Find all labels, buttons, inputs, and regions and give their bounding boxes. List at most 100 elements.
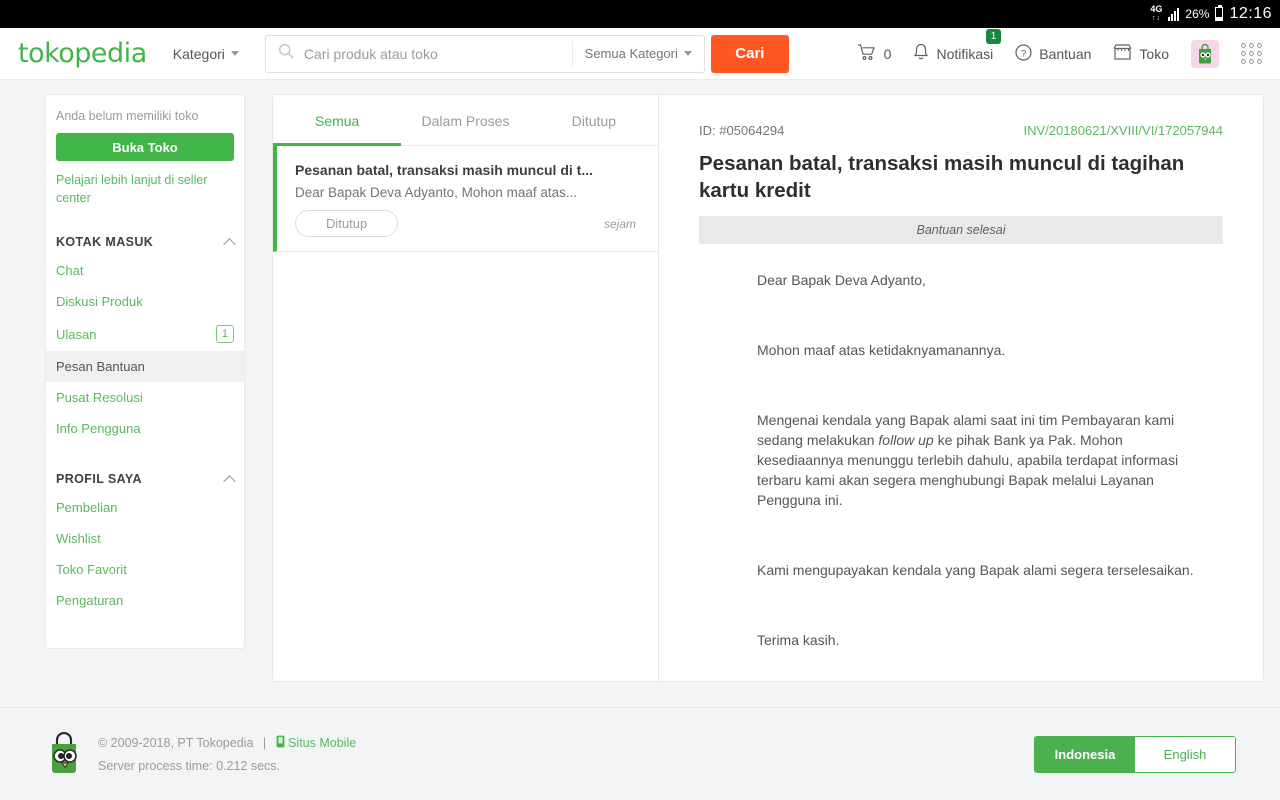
message-paragraph: Kami mengupayakan kendala yang Bapak ala… (757, 562, 1194, 578)
site-header: tokopedia Kategori Semua Kategori Cari 0 (0, 28, 1280, 80)
sidebar-item-label: Toko Favorit (56, 562, 127, 577)
lang-english-button[interactable]: English (1135, 736, 1235, 772)
battery-percent-label: 26% (1185, 7, 1210, 21)
bell-icon (913, 43, 929, 64)
sidebar-shop-block: Anda belum memiliki toko Buka Toko Pelaj… (46, 95, 244, 207)
sidebar-item-label: Pesan Bantuan (56, 359, 145, 374)
tab-ditutup[interactable]: Ditutup (530, 95, 658, 146)
network-type-icon: 4G ↑↓ (1150, 4, 1163, 23)
seller-center-link[interactable]: Pelajari lebih lanjut di seller center (56, 171, 234, 207)
search-input[interactable] (303, 45, 572, 62)
sidebar-section-title: KOTAK MASUK (56, 235, 154, 249)
user-avatar[interactable] (1191, 39, 1219, 68)
cart-icon (857, 43, 877, 64)
message-paragraph: Mengenai kendala yang Bapak alami saat i… (757, 412, 1179, 508)
toko-label: Toko (1139, 45, 1169, 62)
message-paragraph: Mohon maaf atas ketidaknyamanannya. (757, 342, 1006, 358)
tokopedia-owl-logo (44, 731, 84, 776)
sidebar-item-info-pengguna[interactable]: Info Pengguna (46, 413, 244, 444)
invoice-link[interactable]: INV/20180621/XVIII/VI/172057944 (1024, 123, 1224, 138)
detail-status-banner: Bantuan selesai (699, 216, 1223, 244)
question-mark-icon: ? (1015, 43, 1032, 64)
notifikasi-button[interactable]: Notifikasi 1 (913, 29, 1002, 64)
search-submit-button[interactable]: Cari (710, 34, 789, 73)
kategori-dropdown[interactable]: Kategori (173, 46, 265, 62)
sidebar-item-label: Chat (56, 263, 84, 278)
chevron-up-icon (223, 474, 236, 488)
signal-strength-icon (1168, 7, 1180, 21)
sidebar-item-toko-favorit[interactable]: Toko Favorit (46, 554, 244, 585)
header-nav: 0 Notifikasi 1 ? Bantuan Toko (857, 29, 1262, 68)
footer-separator: | (262, 736, 267, 750)
toko-button[interactable]: Toko (1113, 43, 1169, 64)
cart-count: 0 (883, 45, 892, 62)
sidebar-item-chat[interactable]: Chat (46, 255, 244, 286)
footer-copyright-line: © 2009-2018, PT Tokopedia | Situs Mobile (98, 735, 356, 750)
server-process-time: Server process time: 0.212 secs. (98, 759, 281, 773)
clock-label: 12:16 (1229, 5, 1272, 22)
bantuan-button[interactable]: ? Bantuan (1015, 43, 1092, 64)
inbox-tabs: Semua Dalam Proses Ditutup (273, 95, 658, 146)
sidebar: Anda belum memiliki toko Buka Toko Pelaj… (45, 94, 245, 649)
search-category-label: Semua Kategori (584, 46, 678, 61)
sidebar-item-pembelian[interactable]: Pembelian (46, 492, 244, 523)
tab-dalam-proses[interactable]: Dalam Proses (401, 95, 529, 146)
kategori-label: Kategori (172, 45, 225, 62)
sidebar-section-profil-saya-header[interactable]: PROFIL SAYA (46, 472, 244, 488)
message-detail-column: ID: #05064294 INV/20180621/XVIII/VI/1720… (658, 94, 1264, 682)
sidebar-item-pesan-bantuan[interactable]: Pesan Bantuan (46, 351, 244, 382)
sidebar-item-pengaturan[interactable]: Pengaturan (46, 585, 244, 616)
sidebar-item-ulasan[interactable]: Ulasan 1 (46, 317, 244, 351)
detail-message-body: Dear Bapak Deva Adyanto, Mohon maaf atas… (699, 244, 1223, 681)
detail-meta: ID: #05064294 INV/20180621/XVIII/VI/1720… (699, 123, 1223, 138)
list-item-footer: Ditutup sejam (295, 210, 640, 237)
message-paragraph: Terima kasih. (757, 632, 840, 648)
sidebar-section-kotak-masuk-header[interactable]: KOTAK MASUK (46, 235, 244, 251)
inbox-panel: Semua Dalam Proses Ditutup Pesanan batal… (272, 94, 1264, 682)
battery-icon (1215, 5, 1224, 21)
lang-indonesia-button[interactable]: Indonesia (1035, 736, 1135, 772)
list-item-preview: Dear Bapak Deva Adyanto, Mohon maaf atas… (295, 185, 578, 200)
search-bar: Semua Kategori (264, 34, 705, 73)
ticket-id-label: ID: #05064294 (699, 123, 785, 138)
sidebar-item-pusat-resolusi[interactable]: Pusat Resolusi (46, 382, 244, 413)
tokopedia-logo[interactable]: tokopedia (18, 38, 173, 69)
store-icon (1113, 43, 1132, 64)
situs-mobile-link[interactable]: Situs Mobile (288, 736, 356, 750)
copyright-label: © 2009-2018, PT Tokopedia (98, 736, 254, 750)
message-list-column: Semua Dalam Proses Ditutup Pesanan batal… (272, 94, 658, 682)
no-shop-note: Anda belum memiliki toko (56, 109, 199, 123)
app-window: 4G↑↓ 26% 12:16 tokopedia Kategori Semua … (0, 0, 1280, 800)
message-paragraph: Dear Bapak Deva Adyanto, (757, 272, 926, 288)
sidebar-item-label: Pembelian (56, 500, 118, 515)
list-item[interactable]: Pesanan batal, transaksi masih muncul di… (273, 146, 658, 252)
notifikasi-badge: 1 (985, 29, 1002, 44)
chevron-up-icon (223, 237, 236, 251)
footer-text-block: © 2009-2018, PT Tokopedia | Situs Mobile… (98, 735, 356, 773)
chevron-down-icon (230, 51, 239, 56)
notifikasi-label: Notifikasi (936, 45, 994, 62)
sidebar-section-title: PROFIL SAYA (56, 472, 142, 486)
apps-grid-icon[interactable] (1241, 43, 1262, 64)
sidebar-item-wishlist[interactable]: Wishlist (46, 523, 244, 554)
mobile-status-bar: 4G ↑↓ 26% 12:16 (0, 0, 1280, 28)
cart-button[interactable]: 0 (857, 43, 892, 64)
site-footer: © 2009-2018, PT Tokopedia | Situs Mobile… (0, 707, 1280, 800)
tab-semua[interactable]: Semua (273, 95, 402, 146)
sidebar-item-label: Wishlist (56, 531, 101, 546)
search-icon (278, 43, 294, 64)
search-category-dropdown[interactable]: Semua Kategori (571, 40, 704, 67)
sidebar-item-label: Pusat Resolusi (56, 390, 143, 405)
buka-toko-button[interactable]: Buka Toko (56, 133, 234, 161)
mobile-phone-icon (276, 735, 288, 750)
page-body: Anda belum memiliki toko Buka Toko Pelaj… (0, 80, 1280, 707)
bantuan-label: Bantuan (1039, 45, 1092, 62)
list-item-title: Pesanan batal, transaksi masih muncul di… (295, 162, 593, 178)
svg-text:?: ? (1021, 48, 1026, 59)
language-toggle: Indonesia English (1034, 735, 1236, 773)
chevron-down-icon (683, 51, 692, 56)
list-item-time: sejam (603, 216, 636, 231)
sidebar-item-label: Ulasan (56, 326, 97, 342)
list-item-status-pill[interactable]: Ditutup (295, 210, 399, 237)
sidebar-item-diskusi-produk[interactable]: Diskusi Produk (46, 286, 244, 317)
